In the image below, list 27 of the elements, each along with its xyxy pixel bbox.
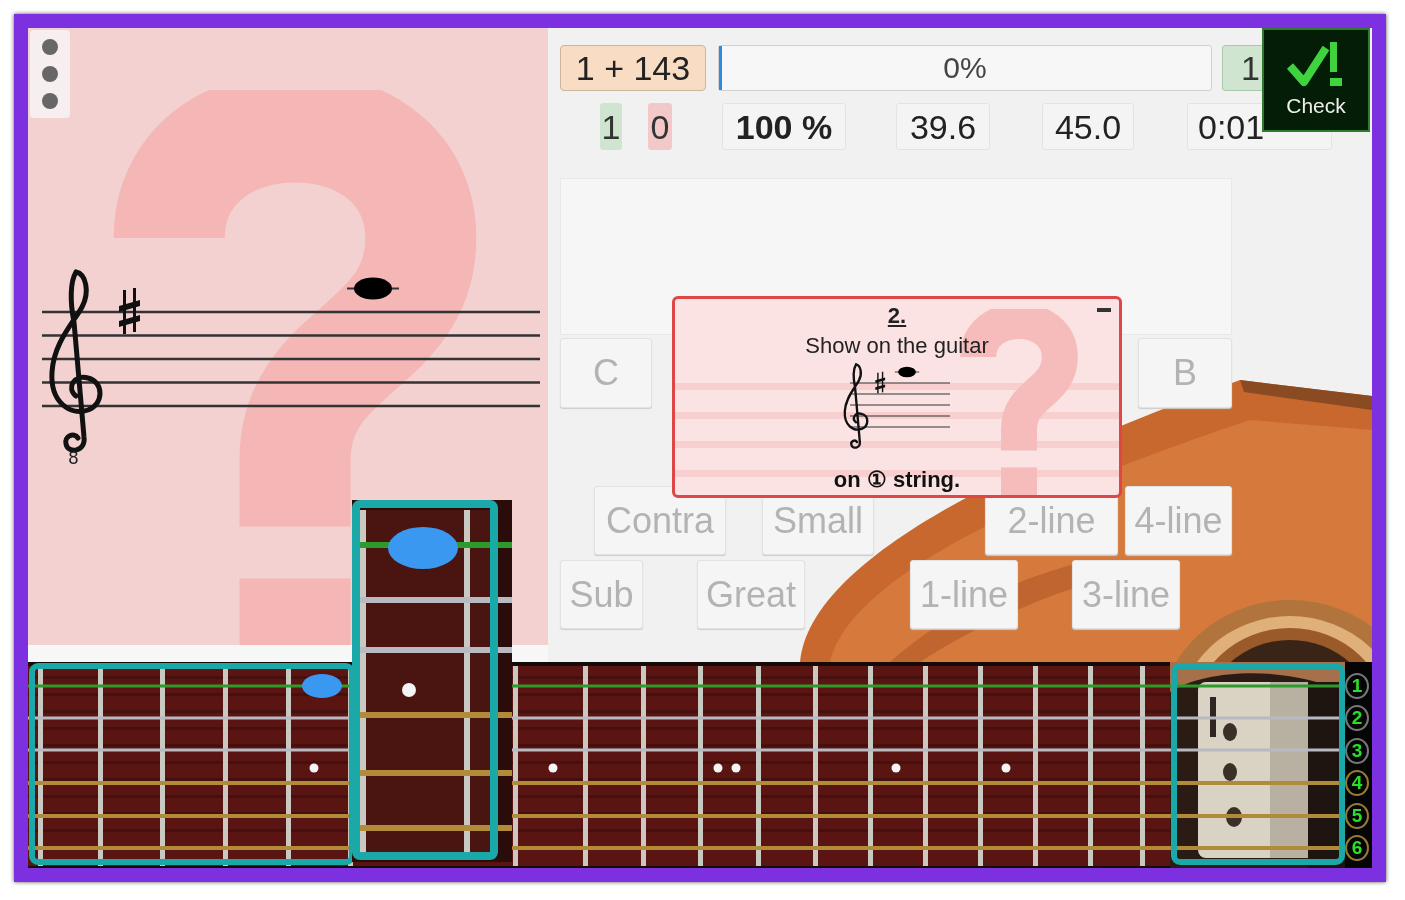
note-icon <box>346 277 400 300</box>
octave-button[interactable]: Sub <box>560 560 643 629</box>
menu-icon <box>42 39 58 109</box>
sharp-icon <box>119 288 140 334</box>
string-number: 1 <box>1345 673 1369 699</box>
check-button[interactable]: Check <box>1262 28 1370 132</box>
stat-value: 45.0 <box>1042 103 1134 150</box>
string-number: 6 <box>1345 834 1369 861</box>
question-counter: 1 + 143 <box>560 45 706 91</box>
note-icon <box>894 366 920 378</box>
string-number: 2 <box>1345 705 1369 732</box>
treble-clef-icon <box>49 269 103 453</box>
stat-value: 39.6 <box>896 103 990 150</box>
octave-button[interactable]: Contra <box>594 486 726 555</box>
string-number: 4 <box>1345 770 1369 797</box>
octave-mark: 8 <box>68 448 79 468</box>
question-number: 2. <box>887 303 907 329</box>
string-number: 5 <box>1345 802 1369 829</box>
menu-button[interactable] <box>30 30 70 118</box>
string-number: 3 <box>1345 737 1369 764</box>
effectiveness-value: 100 % <box>722 103 846 150</box>
wrong-count: 0 <box>648 103 672 150</box>
position-marker <box>302 674 342 698</box>
progress-label: 0% <box>943 51 987 85</box>
correct-count: 1 <box>600 103 622 150</box>
tip-text: Show on the guitar <box>805 333 989 359</box>
note-button[interactable]: C <box>560 338 652 408</box>
